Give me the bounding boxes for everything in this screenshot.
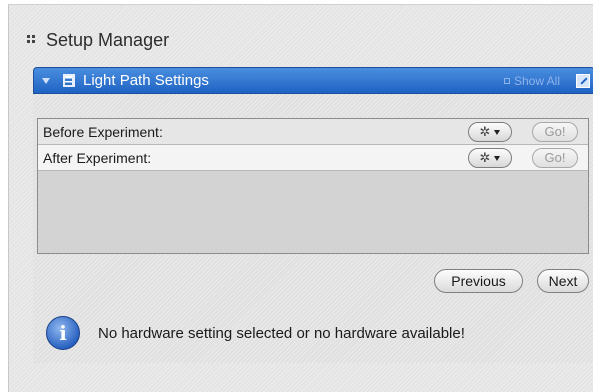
setup-manager-title: Setup Manager [46,29,170,50]
light-path-settings-panel: Light Path Settings Show All Before Expe… [33,67,593,363]
popout-icon[interactable] [576,73,590,88]
next-button[interactable]: Next [537,269,589,293]
list-item[interactable]: Before Experiment: ✲ Go! [38,119,588,145]
info-icon: i [46,316,80,350]
gear-icon: ✲ [479,150,491,165]
after-settings-menu-button[interactable]: ✲ [468,148,512,168]
list-item[interactable]: After Experiment: ✲ Go! [38,145,588,171]
chevron-down-icon [494,155,501,161]
hardware-message-text: No hardware setting selected or no hardw… [98,324,465,342]
settings-sheet-icon [63,74,75,87]
after-experiment-label: After Experiment: [43,149,152,166]
hardware-message: i No hardware setting selected or no har… [46,316,465,350]
gear-icon: ✲ [479,124,491,139]
experiment-settings-list: Before Experiment: ✲ Go! After Experimen… [37,118,589,254]
previous-button[interactable]: Previous [434,269,523,293]
before-settings-menu-button[interactable]: ✲ [468,122,512,142]
collapse-arrow-icon[interactable] [42,77,50,84]
before-go-button[interactable]: Go! [532,122,578,142]
show-all-checkbox[interactable] [503,77,510,84]
setup-manager-header: Setup Manager [27,28,169,52]
chevron-down-icon [494,129,501,135]
setup-manager-window: Setup Manager Light Path Settings Show A… [8,4,593,392]
before-experiment-label: Before Experiment: [43,123,163,140]
panel-title: Light Path Settings [83,72,209,89]
grip-icon[interactable] [27,35,37,45]
after-go-button[interactable]: Go! [532,148,578,168]
show-all-toggle[interactable]: Show All [503,73,560,88]
panel-titlebar[interactable]: Light Path Settings Show All [33,67,593,94]
panel-body: Before Experiment: ✲ Go! After Experimen… [33,94,593,363]
show-all-label: Show All [513,73,560,88]
